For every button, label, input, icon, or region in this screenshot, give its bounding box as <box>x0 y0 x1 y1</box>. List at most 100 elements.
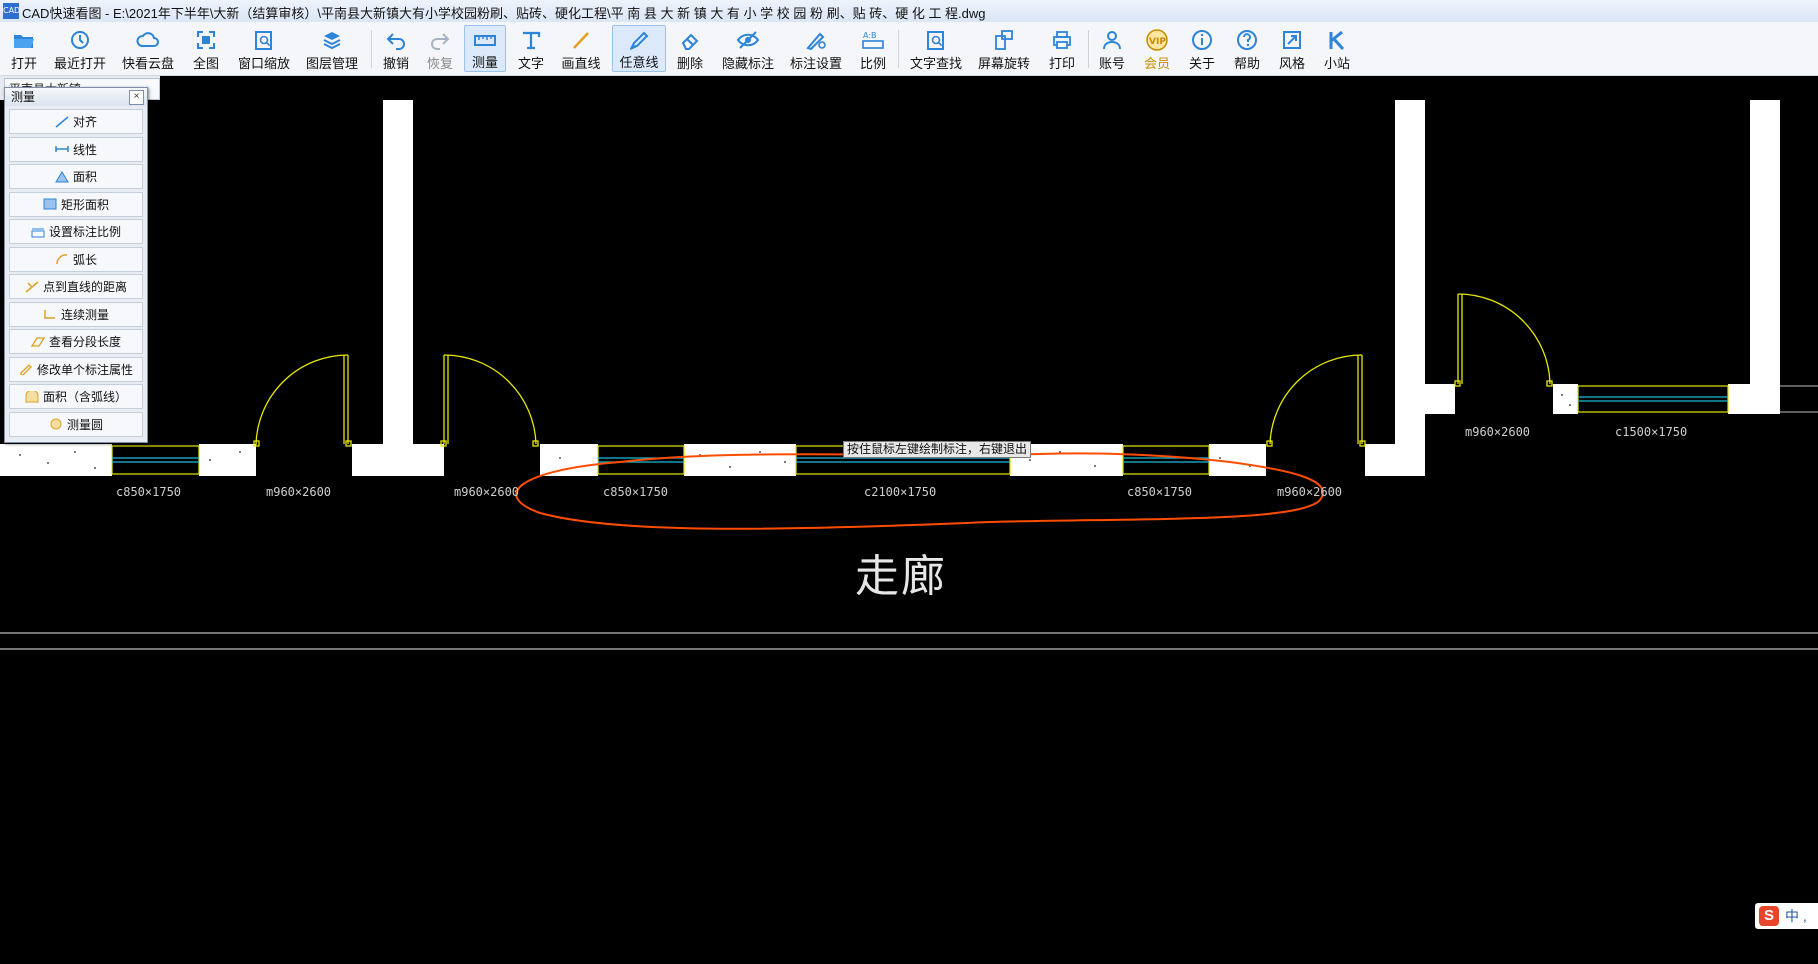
window-zoom-icon <box>251 28 277 52</box>
recent-clock-icon <box>67 28 93 52</box>
toolbar-divider <box>1088 30 1089 68</box>
drawing-svg <box>0 100 1818 650</box>
set-annotation-scale-button[interactable]: 设置标注比例 <box>9 219 143 244</box>
door-dimension-label: m960×2600 <box>1277 485 1343 499</box>
site-button[interactable]: 小站 <box>1322 25 1352 72</box>
window-title: CAD快速看图 - E:\2021年下半年\大新（结算审核）\平南县大新镇大有小… <box>22 6 986 21</box>
account-button[interactable]: 账号 <box>1096 25 1128 72</box>
segment-length-icon <box>30 336 45 348</box>
measure-linear-button[interactable]: 线性 <box>9 136 143 162</box>
scale-button[interactable]: A:B 比例 <box>858 25 888 72</box>
undo-icon <box>383 28 409 52</box>
toolbar-divider <box>898 30 899 68</box>
window-zoom-button[interactable]: 窗口缩放 <box>236 25 292 72</box>
redo-icon <box>427 28 453 52</box>
wall <box>1728 384 1780 414</box>
scale-icon: A:B <box>860 28 886 52</box>
rotate-screen-icon <box>991 28 1017 52</box>
measure-area-button[interactable]: 面积 <box>9 164 143 189</box>
cursor-hint-tooltip: 按住鼠标左键绘制标注，右键退出 <box>843 441 1032 458</box>
linear-measure-icon <box>55 143 69 155</box>
wall <box>1425 384 1455 414</box>
style-icon <box>1279 28 1305 52</box>
k-site-icon <box>1324 28 1350 52</box>
rotate-screen-button[interactable]: 屏幕旋转 <box>976 25 1032 72</box>
full-view-icon <box>193 28 219 52</box>
full-view-button[interactable]: 全图 <box>190 25 222 72</box>
print-button[interactable]: 打印 <box>1046 25 1078 72</box>
measure-align-button[interactable]: 对齐 <box>9 109 143 134</box>
wall <box>1365 444 1425 476</box>
annotation-settings-icon <box>803 28 829 52</box>
text-icon <box>518 28 544 52</box>
wall <box>684 444 796 476</box>
line-icon <box>568 28 594 52</box>
measure-button[interactable]: 测量 <box>464 25 506 72</box>
wall <box>199 444 256 476</box>
measure-panel-title[interactable]: 测量 × <box>5 88 147 106</box>
point-to-line-distance-button[interactable]: 点到直线的距离 <box>9 274 143 299</box>
recent-open-button[interactable]: 最近打开 <box>52 25 108 72</box>
edit-annotation-icon <box>19 363 33 375</box>
point-line-icon <box>25 280 39 293</box>
close-icon[interactable]: × <box>129 90 144 105</box>
cad-canvas[interactable]: c850×1750 m960×2600 m960×2600 c850×1750 … <box>0 100 1818 959</box>
title-bar: CAD CAD快速看图 - E:\2021年下半年\大新（结算审核）\平南县大新… <box>0 0 1818 23</box>
area-with-arc-button[interactable]: 面积（含弧线） <box>9 384 143 409</box>
help-button[interactable]: 帮助 <box>1232 25 1262 72</box>
text-button[interactable]: 文字 <box>516 25 546 72</box>
edit-annotation-property-button[interactable]: 修改单个标注属性 <box>9 356 143 382</box>
circle-measure-icon <box>49 418 63 430</box>
window-dimension-label: c2100×1750 <box>864 485 937 499</box>
cloud-icon <box>135 28 161 52</box>
wall <box>0 444 112 476</box>
door-dimension-label: m960×2600 <box>266 485 332 499</box>
freehand-line-button[interactable]: 任意线 <box>612 25 666 72</box>
room-label: 走廊 <box>855 551 947 602</box>
measure-panel-title-text: 测量 <box>11 90 36 104</box>
continuous-measure-icon <box>43 308 57 320</box>
folder-open-icon <box>11 28 37 52</box>
ime-indicator[interactable]: S 中 , <box>1755 903 1818 929</box>
vip-member-button[interactable]: VIP 会员 <box>1142 25 1172 72</box>
eraser-icon <box>677 28 703 52</box>
continuous-measure-button[interactable]: 连续测量 <box>9 301 143 327</box>
scale-icon <box>31 226 45 238</box>
main-toolbar: 打开 最近打开 快看云盘 全图 窗口缩放 图层管理 撤销 恢复 测量 文字 画直… <box>0 22 1818 76</box>
open-button[interactable]: 打开 <box>4 25 44 72</box>
hide-annotation-button[interactable]: 隐藏标注 <box>720 25 776 72</box>
cloud-disk-button[interactable]: 快看云盘 <box>120 25 176 72</box>
printer-icon <box>1049 28 1075 52</box>
measure-panel: 测量 × 对齐 线性 面积 矩形面积 设置标注比例 弧长 点到直线的距离 连续测… <box>4 87 148 443</box>
vip-icon: VIP <box>1144 28 1170 52</box>
measure-arc-length-button[interactable]: 弧长 <box>9 246 143 272</box>
redo-button[interactable]: 恢复 <box>424 25 456 72</box>
window-dimension-label: c1500×1750 <box>1615 425 1688 439</box>
layers-icon <box>319 28 345 52</box>
wall <box>1750 100 1780 414</box>
align-measure-icon <box>55 115 69 128</box>
layer-manager-button[interactable]: 图层管理 <box>304 25 360 72</box>
style-button[interactable]: 风格 <box>1277 25 1307 72</box>
measure-rect-area-button[interactable]: 矩形面积 <box>9 191 143 217</box>
svg-text:VIP: VIP <box>1149 37 1166 47</box>
door-dimension-label: m960×2600 <box>454 485 520 499</box>
svg-text:A:B: A:B <box>863 31 877 40</box>
draw-line-button[interactable]: 画直线 <box>560 25 602 72</box>
arc-area-icon <box>25 390 39 403</box>
toolbar-divider <box>371 30 372 68</box>
delete-button[interactable]: 删除 <box>674 25 706 72</box>
undo-button[interactable]: 撤销 <box>380 25 412 72</box>
measure-circle-button[interactable]: 测量圆 <box>9 411 143 437</box>
wall <box>383 100 413 444</box>
measure-icon <box>472 29 498 51</box>
text-search-button[interactable]: 文字查找 <box>908 25 964 72</box>
view-segment-length-button[interactable]: 查看分段长度 <box>9 329 143 354</box>
area-icon <box>55 170 69 183</box>
freehand-icon <box>626 29 652 51</box>
arc-icon <box>55 253 69 265</box>
annotation-settings-button[interactable]: 标注设置 <box>788 25 844 72</box>
help-icon <box>1234 28 1260 52</box>
about-button[interactable]: 关于 <box>1187 25 1217 72</box>
wall <box>540 444 598 476</box>
